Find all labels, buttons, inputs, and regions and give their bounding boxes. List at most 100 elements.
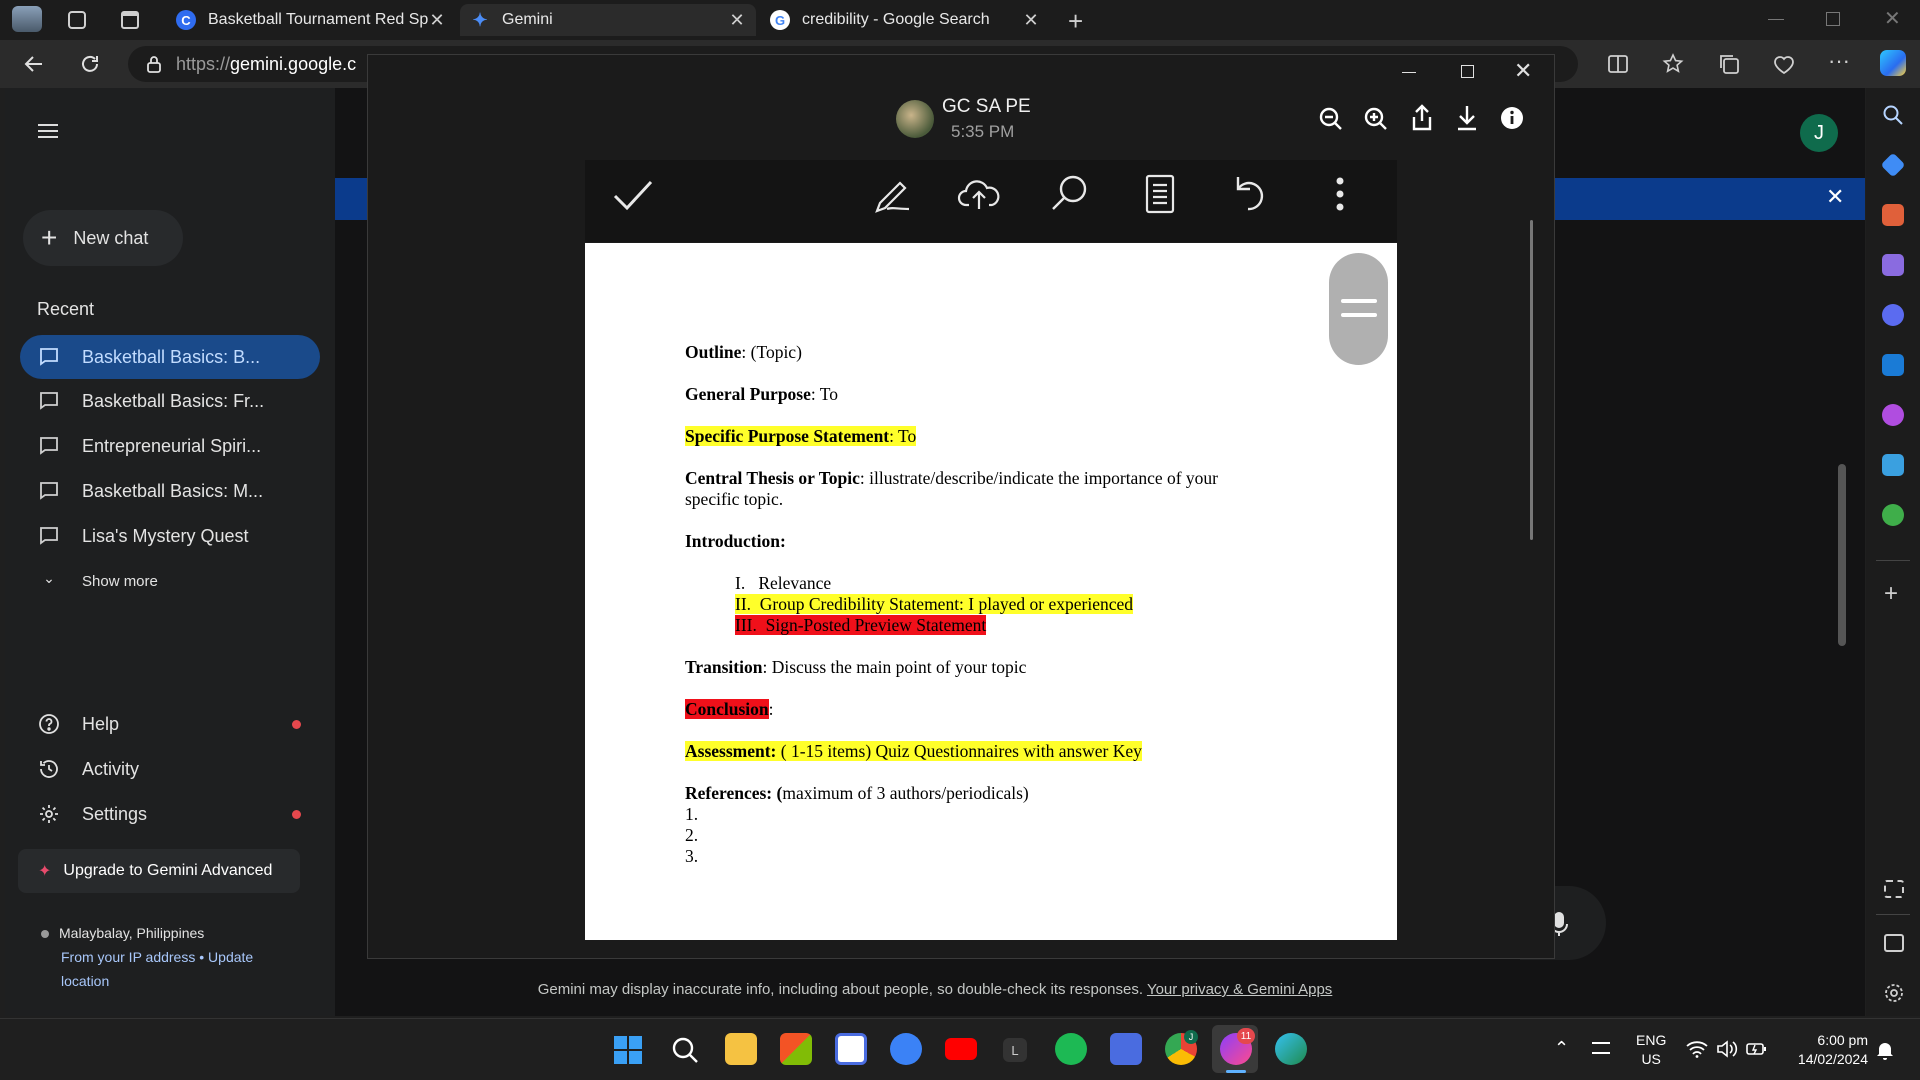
close-browser-icon[interactable]: ✕: [1884, 6, 1901, 31]
zoom-in-icon[interactable]: [1363, 106, 1389, 132]
avatar[interactable]: J: [1800, 114, 1838, 152]
refresh-icon[interactable]: [78, 52, 102, 76]
hide-sidebar-icon[interactable]: [1884, 934, 1904, 952]
message-time: 5:35 PM: [951, 122, 1015, 141]
wifi-icon[interactable]: [1686, 1040, 1708, 1058]
chat-app-icon[interactable]: [890, 1033, 922, 1065]
new-tab-button[interactable]: +: [1068, 6, 1083, 37]
recent-chat-item[interactable]: Entrepreneurial Spiri...: [20, 424, 320, 468]
help-button[interactable]: Help: [20, 702, 320, 746]
split-screen-icon[interactable]: [1607, 53, 1629, 75]
back-icon[interactable]: [22, 52, 46, 76]
tab-google-search[interactable]: G credibility - Google Search ✕: [760, 4, 1050, 36]
microsoft-store-icon[interactable]: [780, 1033, 812, 1065]
recent-chat-item[interactable]: Basketball Basics: B...: [20, 335, 320, 379]
upgrade-button[interactable]: ✦ Upgrade to Gemini Advanced: [18, 849, 300, 893]
volume-icon[interactable]: [1716, 1040, 1738, 1058]
checkmark-icon[interactable]: [612, 178, 654, 212]
location-dot-icon: [41, 930, 49, 938]
outlook-icon[interactable]: [1882, 354, 1904, 376]
recent-chat-item[interactable]: Basketball Basics: Fr...: [20, 379, 320, 423]
notification-dot: [292, 810, 301, 819]
sidebar-settings-icon[interactable]: [1883, 982, 1905, 1004]
chat-icon: [40, 348, 58, 366]
workspaces-icon[interactable]: [68, 11, 86, 29]
location-place: Malaybalay, Philippines: [59, 925, 205, 941]
spotify-icon[interactable]: [1055, 1033, 1087, 1065]
tab-basketball[interactable]: C Basketball Tournament Red Spor ✕: [166, 4, 456, 36]
app-l-icon[interactable]: L: [1003, 1038, 1027, 1062]
privacy-link[interactable]: Your privacy & Gemini Apps: [1147, 981, 1332, 998]
designer-icon[interactable]: [1882, 404, 1904, 426]
tab-close-icon[interactable]: ✕: [1022, 10, 1040, 31]
clock[interactable]: 6:00 pm 14/02/2024: [1784, 1031, 1868, 1069]
vertical-tabs-icon[interactable]: [121, 11, 139, 29]
viewer-scrollbar[interactable]: [1530, 220, 1533, 540]
battery-icon[interactable]: [1746, 1040, 1768, 1058]
language-indicator[interactable]: ENG US: [1636, 1031, 1666, 1069]
notifications-bell-icon[interactable]: [1876, 1040, 1894, 1060]
references-value: maximum of 3 authors/periodicals): [782, 783, 1029, 803]
central-thesis-label: Central Thesis or Topic: [685, 468, 860, 488]
recent-chat-label: Basketball Basics: Fr...: [82, 390, 265, 411]
references-label: References: (: [685, 783, 783, 803]
add-sidebar-icon[interactable]: +: [1884, 580, 1898, 608]
favorites-icon[interactable]: [1662, 53, 1684, 75]
pen-icon[interactable]: [873, 173, 913, 215]
update-location-link[interactable]: Update: [208, 949, 253, 965]
send-icon[interactable]: [1882, 454, 1904, 476]
profile-icon[interactable]: [12, 6, 42, 32]
quick-settings-icon[interactable]: [1592, 1042, 1610, 1054]
search-icon[interactable]: [1050, 173, 1090, 213]
start-icon[interactable]: [614, 1036, 642, 1064]
remote-desktop-icon[interactable]: [1110, 1033, 1142, 1065]
page-drag-handle[interactable]: [1329, 253, 1388, 365]
taskbar-search-icon[interactable]: [671, 1036, 699, 1064]
chat-icon: [40, 437, 58, 455]
disclaimer-text: Gemini may display inaccurate info, incl…: [0, 981, 1870, 998]
file-explorer-icon[interactable]: [725, 1033, 757, 1065]
info-icon[interactable]: [1500, 106, 1524, 130]
more-options-icon[interactable]: ···: [1828, 48, 1850, 74]
show-more-button[interactable]: ⌄ Show more: [20, 559, 320, 603]
lock-icon[interactable]: [146, 55, 162, 73]
document-icon[interactable]: [1145, 174, 1175, 214]
tab-gemini[interactable]: ✦ Gemini ✕: [460, 4, 756, 36]
undo-icon[interactable]: [1228, 173, 1268, 213]
tab-close-icon[interactable]: ✕: [428, 10, 446, 31]
page-scrollbar[interactable]: [1838, 464, 1846, 646]
viewer-minimize-icon[interactable]: [1402, 72, 1416, 73]
youtube-icon[interactable]: [945, 1038, 977, 1060]
restore-browser-icon[interactable]: [1826, 12, 1840, 26]
minimize-browser-icon[interactable]: [1768, 19, 1784, 20]
search-icon[interactable]: [1882, 104, 1904, 126]
copilot-icon[interactable]: [1880, 50, 1906, 76]
collections-icon[interactable]: [1718, 53, 1740, 75]
more-vertical-icon[interactable]: [1334, 176, 1346, 212]
microsoft-365-icon[interactable]: [1882, 304, 1904, 326]
gmail-icon[interactable]: [835, 1033, 867, 1065]
viewer-close-icon[interactable]: ✕: [1514, 58, 1532, 84]
recent-chat-item[interactable]: Basketball Basics: M...: [20, 469, 320, 513]
tab-close-icon[interactable]: ✕: [728, 10, 746, 31]
tree-icon[interactable]: [1882, 504, 1904, 526]
viewer-maximize-icon[interactable]: [1461, 65, 1474, 78]
games-icon[interactable]: [1882, 254, 1904, 276]
menu-icon[interactable]: [38, 124, 58, 138]
browser-essentials-icon[interactable]: [1773, 53, 1795, 75]
activity-button[interactable]: Activity: [20, 747, 320, 791]
cloud-upload-icon[interactable]: [957, 175, 1001, 211]
recent-chat-label: Basketball Basics: B...: [82, 346, 261, 367]
show-more-label: Show more: [82, 572, 158, 590]
recent-chat-item[interactable]: Lisa's Mystery Quest: [20, 514, 320, 558]
show-hidden-icons[interactable]: ⌃: [1554, 1038, 1569, 1059]
edge-icon[interactable]: [1275, 1033, 1307, 1065]
screenshot-icon[interactable]: [1884, 880, 1904, 898]
zoom-out-icon[interactable]: [1318, 106, 1344, 132]
settings-button[interactable]: Settings: [20, 792, 320, 836]
banner-close-icon[interactable]: ✕: [1826, 184, 1844, 210]
new-chat-button[interactable]: + New chat: [23, 210, 183, 266]
download-icon[interactable]: [1455, 104, 1479, 132]
share-icon[interactable]: [1410, 104, 1434, 132]
tools-icon[interactable]: [1882, 204, 1904, 226]
